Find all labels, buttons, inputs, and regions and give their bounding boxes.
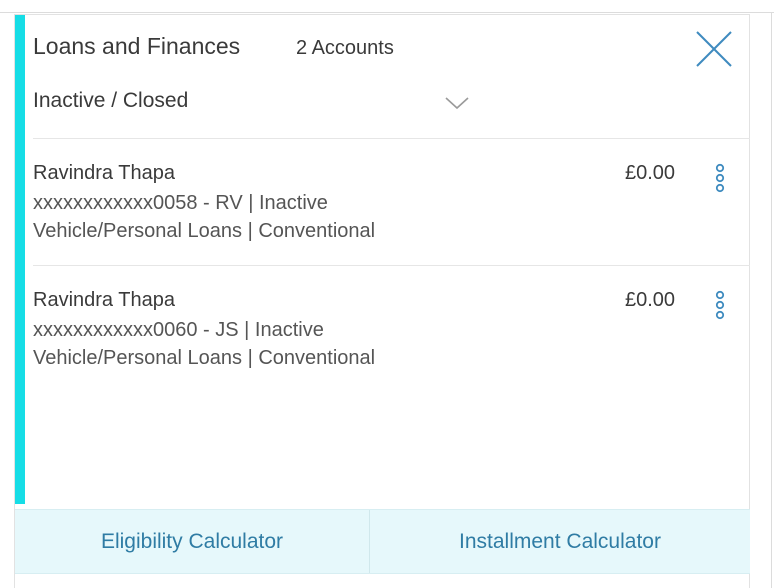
account-options-button[interactable] <box>713 160 727 200</box>
account-number-status: xxxxxxxxxxxx0058 - RV | Inactive <box>33 192 328 214</box>
installment-calculator-button[interactable]: Installment Calculator <box>370 510 750 573</box>
account-holder-name: Ravindra Thapa <box>33 289 175 311</box>
more-vertical-icon <box>715 290 725 320</box>
account-row[interactable]: Ravindra Thapa xxxxxxxxxxxx0060 - JS | I… <box>33 289 750 407</box>
status-filter-dropdown[interactable]: Inactive / Closed <box>33 89 473 123</box>
header-divider <box>33 138 750 139</box>
close-button[interactable] <box>694 29 734 69</box>
account-number-status: xxxxxxxxxxxx0060 - JS | Inactive <box>33 319 324 341</box>
row-divider <box>33 265 750 266</box>
account-count: 2 Accounts <box>296 37 394 59</box>
close-icon <box>696 31 732 67</box>
accent-bar <box>15 15 25 504</box>
chevron-down-icon <box>445 97 469 110</box>
account-type: Vehicle/Personal Loans | Conventional <box>33 347 376 369</box>
card-title: Loans and Finances <box>33 33 241 59</box>
more-vertical-icon <box>715 163 725 193</box>
right-border-line <box>771 12 772 588</box>
top-border-line <box>0 12 774 13</box>
account-balance: £0.00 <box>625 289 676 311</box>
status-filter-label: Inactive / Closed <box>33 89 189 112</box>
account-balance: £0.00 <box>625 162 676 184</box>
account-type: Vehicle/Personal Loans | Conventional <box>33 220 376 242</box>
account-holder-name: Ravindra Thapa <box>33 162 175 184</box>
loans-card: Loans and Finances 2 Accounts Inactive /… <box>26 15 750 504</box>
eligibility-calculator-button[interactable]: Eligibility Calculator <box>15 510 369 573</box>
account-options-button[interactable] <box>713 287 727 327</box>
calculator-footer: Eligibility Calculator Installment Calcu… <box>15 509 750 574</box>
account-row[interactable]: Ravindra Thapa xxxxxxxxxxxx0058 - RV | I… <box>33 162 750 280</box>
